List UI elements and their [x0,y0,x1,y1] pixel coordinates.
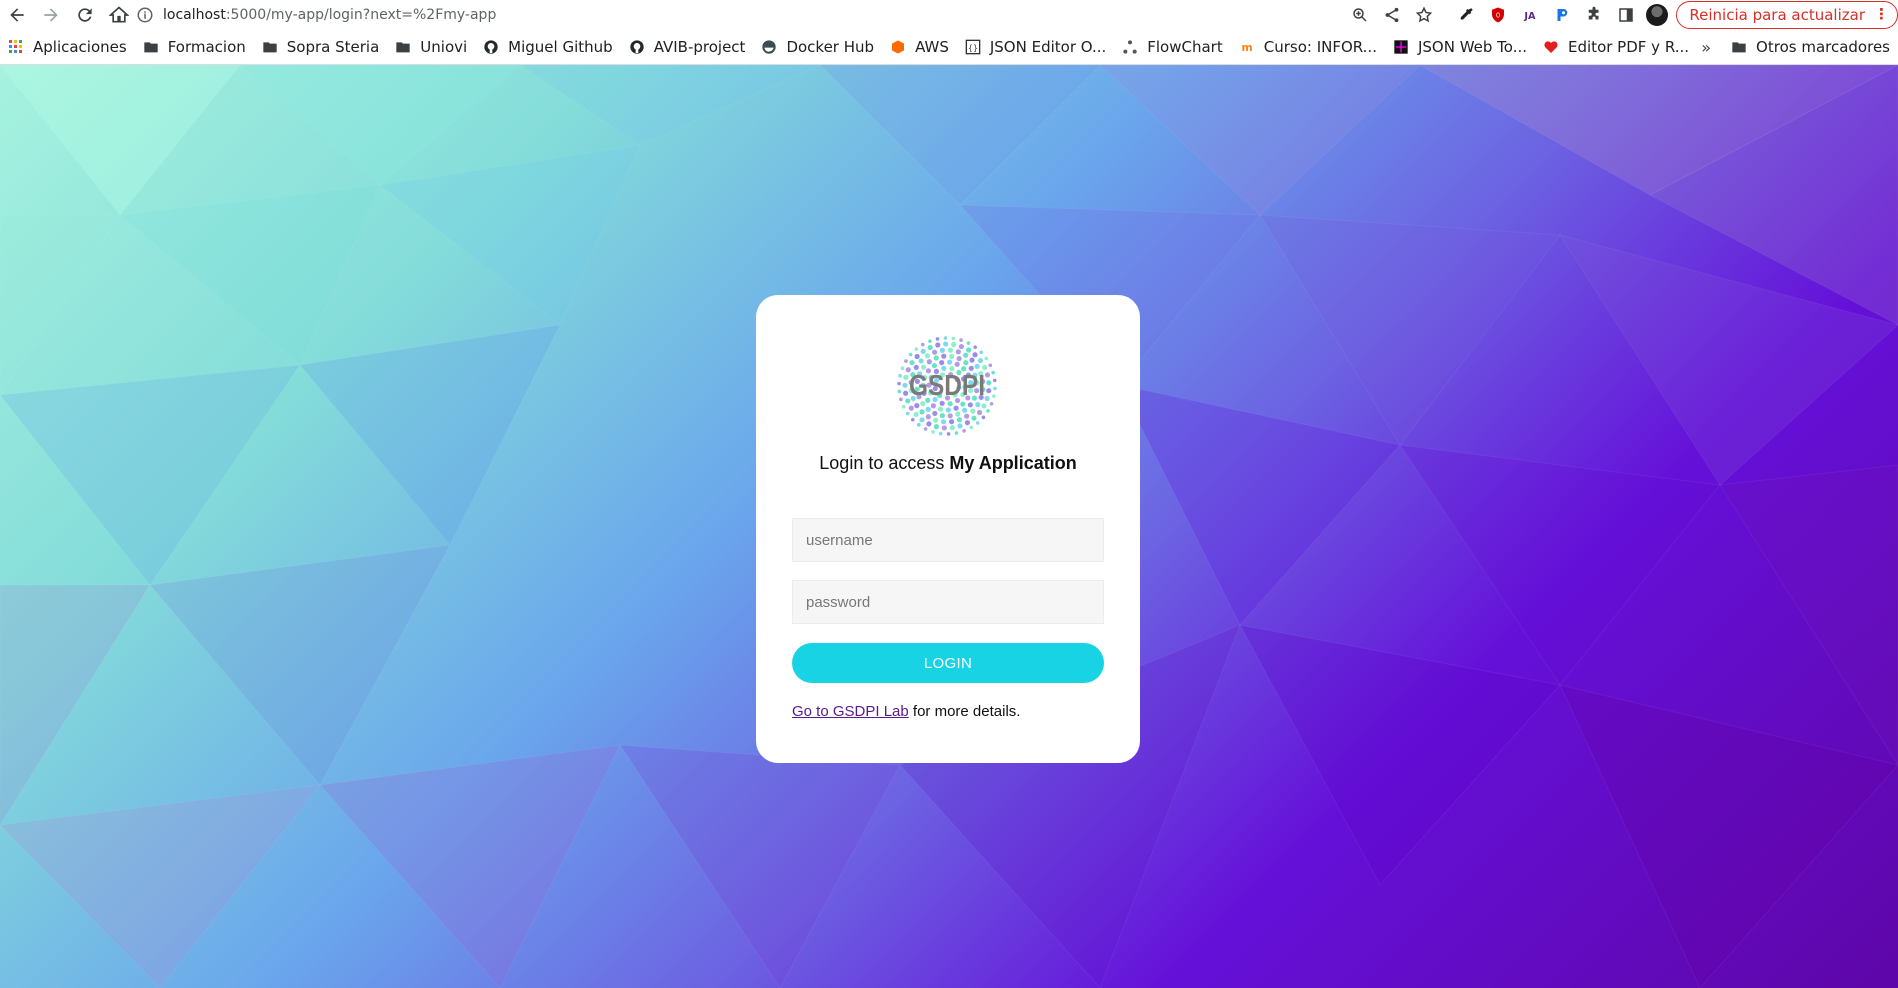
more-menu-icon[interactable]: ⋮ [1874,5,1889,23]
details-text: Go to GSDPI Lab for more details. [792,703,1020,720]
folder-icon [143,39,159,55]
home-icon [109,6,129,23]
github-icon [483,39,499,55]
bookmark-item[interactable]: JSON Web To... [1385,32,1535,62]
bookmark-item[interactable]: {} JSON Editor O... [957,32,1114,62]
bookmark-item[interactable]: FlowChart [1114,32,1230,62]
forward-button[interactable] [34,0,68,30]
bookmark-item[interactable]: AVIB-project [621,32,754,62]
svg-text:0: 0 [1496,11,1500,19]
bookmark-label: JSON Web To... [1417,38,1528,56]
back-button[interactable] [0,0,34,30]
bookmark-label: Aplicaciones [33,38,127,56]
login-button[interactable]: LOGIN [792,643,1104,683]
arrow-left-icon [10,8,24,22]
svg-text:{}: {} [968,43,978,52]
update-button[interactable]: Reinicia para actualizar ⋮ [1676,1,1898,29]
bookmark-label: Sopra Steria [286,38,380,56]
pdf-heart-icon [1543,39,1559,55]
eyedropper-icon [1461,8,1474,20]
docker-icon [761,39,777,55]
zoom-icon [1353,8,1367,22]
info-icon[interactable] [136,6,154,24]
url-path: :5000/my-app/login?next=%2Fmy-app [225,7,497,23]
share-button[interactable] [1376,0,1408,30]
zoom-button[interactable] [1344,0,1376,30]
username-input[interactable] [792,518,1104,562]
apps-grid-icon [8,39,24,55]
bookmark-label: Miguel Github [508,38,613,56]
extensions-button[interactable] [1578,0,1610,30]
moodle-icon: m [1239,39,1255,55]
bookmark-label: AWS [915,38,949,56]
jwt-icon [1393,39,1409,55]
browser-toolbar: localhost:5000/my-app/login?next=%2Fmy-a… [0,0,1898,30]
login-headline: Login to access My Application [756,453,1140,474]
gsdpi-lab-link[interactable]: Go to GSDPI Lab [792,703,909,720]
update-label: Reinicia para actualizar [1689,6,1865,24]
share-icon [1386,7,1399,23]
gsdpi-logo: GSDPI [897,336,997,436]
bookmark-item[interactable]: Editor PDF y R... [1535,32,1697,62]
address-bar[interactable]: localhost:5000/my-app/login?next=%2Fmy-a… [128,3,1383,27]
profile-avatar[interactable] [1646,4,1669,26]
bookmark-item[interactable]: Formacion [135,32,254,62]
bookmark-star-button[interactable] [1408,0,1440,30]
side-panel-button[interactable] [1610,0,1642,30]
bookmarks-bar: Aplicaciones Formacion Sopra Steria Uniovi M… [0,30,1898,65]
puzzle-icon [1589,6,1599,20]
bookmark-label: FlowChart [1147,38,1223,56]
extension-adblock[interactable]: 0 [1482,0,1514,30]
bookmark-item[interactable]: Aplicaciones [0,32,135,62]
folder-icon [1731,39,1747,55]
folder-icon [395,39,411,55]
login-page: GSDPI Login to access My Application LOG… [0,65,1898,988]
bookmarks-overflow-button[interactable]: » [1689,38,1723,57]
bookmark-label: Editor PDF y R... [1568,38,1690,56]
headline-prefix: Login to access [819,453,950,473]
extension-blue[interactable] [1546,0,1578,30]
json-editor-icon: {} [965,39,981,55]
bookmark-item[interactable]: Sopra Steria [254,32,388,62]
other-bookmarks-label: Otros marcadores [1756,38,1890,56]
svg-text:m: m [1241,41,1252,54]
bookmark-label: Formacion [167,38,246,56]
logo-text: GSDPI [909,370,985,402]
ublock-shield-icon: 0 [1492,7,1505,23]
bookmark-item[interactable]: Docker Hub [753,32,882,62]
flowchart-icon [1122,39,1138,55]
extension-jsonviewer[interactable]: JA [1514,0,1546,30]
bookmark-label: Curso: INFOR... [1263,38,1377,56]
url-host: localhost [163,7,226,23]
github-icon [629,39,645,55]
arrow-right-icon [44,8,58,22]
bookmark-label: Docker Hub [786,38,875,56]
ja-extension-icon: JA [1524,11,1537,22]
bookmark-item[interactable]: Miguel Github [475,32,621,62]
password-input[interactable] [792,580,1104,624]
reload-button[interactable] [68,0,102,30]
other-bookmarks[interactable]: Otros marcadores [1723,32,1898,62]
bookmark-item[interactable]: AWS [882,32,957,62]
reload-icon [78,8,92,22]
extension-colorpicker[interactable] [1450,0,1482,30]
app-name: My Application [949,453,1077,473]
details-suffix: for more details. [908,703,1021,720]
bookmark-label: Uniovi [420,38,468,56]
svg-text:JA: JA [1524,11,1537,22]
folder-icon [262,39,278,55]
bookmark-label: AVIB-project [653,38,746,56]
login-card: GSDPI Login to access My Application LOG… [756,295,1140,763]
blue-extension-icon [1557,9,1568,21]
bookmark-item[interactable]: m Curso: INFOR... [1231,32,1385,62]
side-panel-icon [1619,8,1634,22]
aws-icon [890,39,906,55]
bookmark-label: JSON Editor O... [989,38,1107,56]
bookmark-item[interactable]: Uniovi [387,32,475,62]
star-icon [1416,6,1433,23]
